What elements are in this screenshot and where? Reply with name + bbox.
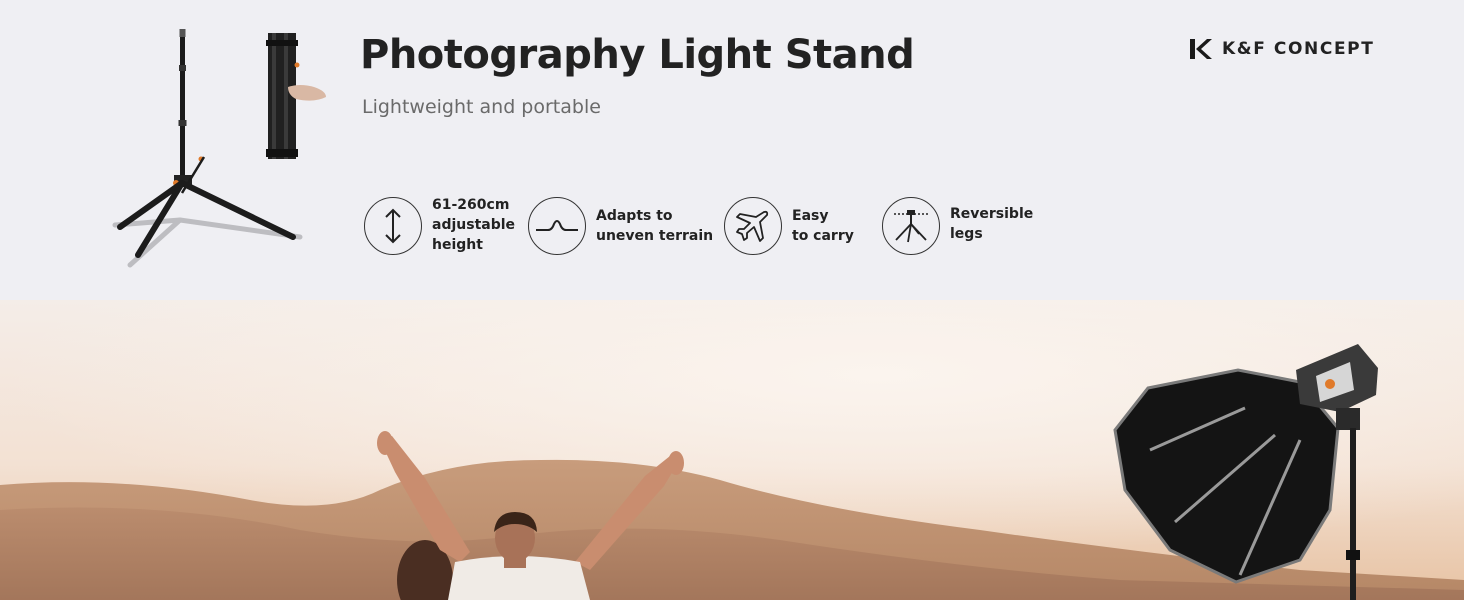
airplane-icon bbox=[724, 197, 782, 255]
brand-logo: K&F CONCEPT bbox=[1188, 36, 1374, 62]
feature-text: Reversible legs bbox=[950, 204, 1033, 244]
tripod-legs-icon bbox=[882, 197, 940, 255]
feature-line: height bbox=[432, 236, 483, 253]
up-down-arrow-icon bbox=[364, 197, 422, 255]
feature-line: uneven terrain bbox=[596, 228, 714, 244]
lifestyle-photo bbox=[0, 300, 1464, 600]
feature-easy-to-carry: Easy to carry bbox=[724, 197, 854, 255]
feature-reversible-legs: Reversible legs bbox=[882, 197, 1033, 255]
feature-text: Easy to carry bbox=[792, 206, 854, 246]
feature-text: 61-260cm adjustable height bbox=[432, 195, 515, 255]
light-stand-product-image bbox=[112, 29, 326, 268]
feature-line: Reversible bbox=[950, 206, 1034, 222]
feature-line: Adapts to bbox=[596, 208, 673, 224]
feature-text: Adapts to uneven terrain bbox=[596, 206, 713, 246]
feature-line: Easy bbox=[792, 208, 829, 224]
feature-line: to carry bbox=[792, 228, 854, 244]
feature-line: adjustable bbox=[432, 216, 516, 233]
kf-logo-icon bbox=[1190, 39, 1212, 59]
brand-name: K&F CONCEPT bbox=[1222, 39, 1375, 59]
header-section: Photography Light Stand Lightweight and … bbox=[0, 0, 1464, 300]
terrain-curve-icon bbox=[528, 197, 586, 255]
feature-line: legs bbox=[950, 226, 983, 242]
feature-line: 61-260cm bbox=[432, 196, 510, 213]
page-title: Photography Light Stand bbox=[360, 32, 915, 78]
feature-adjustable-height: 61-260cm adjustable height bbox=[364, 197, 515, 255]
page-subtitle: Lightweight and portable bbox=[362, 96, 601, 118]
feature-uneven-terrain: Adapts to uneven terrain bbox=[528, 197, 713, 255]
